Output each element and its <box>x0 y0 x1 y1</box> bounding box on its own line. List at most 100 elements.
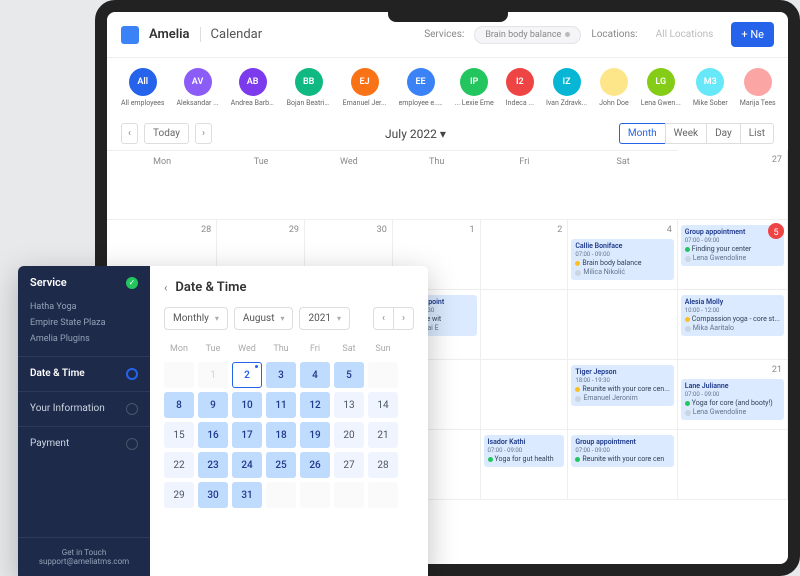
laptop-notch <box>388 10 508 22</box>
prev-button[interactable]: ‹ <box>121 123 138 144</box>
calendar-cell[interactable]: Isador Kathi07:00 - 09:00Yoga for gut he… <box>481 430 569 500</box>
view-tab[interactable]: List <box>740 123 774 144</box>
minical-day <box>368 482 398 508</box>
employee-avatar[interactable]: Marija Tees <box>740 68 776 107</box>
calendar-cell[interactable]: 27 <box>678 150 788 220</box>
step-date-time[interactable]: Date & Time <box>18 356 150 391</box>
weekday-header: Thu <box>393 150 481 220</box>
brand-name: Amelia <box>149 27 190 42</box>
minical-day[interactable]: 29 <box>164 482 194 508</box>
minical-day[interactable]: 26 <box>300 452 330 478</box>
minical-day[interactable]: 31 <box>232 482 262 508</box>
calendar-cell[interactable] <box>678 430 788 500</box>
recurrence-select[interactable]: Monthly▾ <box>164 307 228 330</box>
back-icon[interactable]: ‹ <box>164 281 167 294</box>
step-active-ring-icon <box>126 368 138 380</box>
minical-day[interactable]: 20 <box>334 422 364 448</box>
mini-calendar: MonTueWedThuFriSatSun1234589101112131415… <box>164 340 414 508</box>
calendar-cell[interactable]: 21Lane Julianne07:00 - 09:00Yoga for cor… <box>678 360 788 430</box>
minical-day[interactable]: 8 <box>164 392 194 418</box>
employee-avatar[interactable]: AllAll employees <box>121 68 164 107</box>
minical-day[interactable]: 12 <box>300 392 330 418</box>
employee-avatar[interactable]: M3Mike Sober <box>693 68 728 107</box>
calendar-cell[interactable]: Tiger Jepson18:00 - 19:30Reunite with yo… <box>568 360 677 430</box>
employee-picker: AllAll employees AVAleksandar ... ABAndrea… <box>107 58 788 117</box>
employee-avatar[interactable]: EEemployee e... Emily Eme <box>399 68 443 107</box>
minical-day[interactable]: 25 <box>266 452 296 478</box>
employee-avatar[interactable]: ABAndrea Barber <box>231 68 275 107</box>
services-filter-pill[interactable]: Brain body balance <box>474 26 581 44</box>
calendar-event[interactable]: Isador Kathi07:00 - 09:00Yoga for gut he… <box>484 435 565 467</box>
employee-avatar[interactable]: EJEmanuel Jer... <box>343 68 387 107</box>
employee-avatar[interactable]: AVAleksandar ... <box>176 68 218 107</box>
month-select[interactable]: August▾ <box>234 307 294 330</box>
calendar-event[interactable]: Tiger Jepson18:00 - 19:30Reunite with yo… <box>571 365 673 406</box>
employee-avatar[interactable]: BBBojan Beatrice <box>287 68 331 107</box>
calendar-toolbar: ‹ Today › July 2022 ▾ MonthWeekDayList <box>107 117 788 150</box>
minical-next[interactable]: › <box>394 308 413 329</box>
minical-day[interactable]: 18 <box>266 422 296 448</box>
step-your-information[interactable]: Your Information <box>18 391 150 426</box>
view-tab[interactable]: Week <box>665 123 706 144</box>
view-tab[interactable]: Month <box>619 123 665 144</box>
minical-day <box>334 482 364 508</box>
minical-day[interactable]: 14 <box>368 392 398 418</box>
minical-day[interactable]: 3 <box>266 362 296 388</box>
minical-day[interactable]: 1 <box>198 362 228 388</box>
minical-day[interactable]: 2 <box>232 362 262 388</box>
new-button[interactable]: + Ne <box>731 22 774 47</box>
calendar-cell[interactable]: 4Callie Boniface07:00 - 09:00Brain body … <box>568 220 677 290</box>
minical-prev[interactable]: ‹ <box>374 308 394 329</box>
minical-day[interactable]: 15 <box>164 422 194 448</box>
minical-day <box>300 482 330 508</box>
minical-day[interactable]: 28 <box>368 452 398 478</box>
next-button[interactable]: › <box>195 123 212 144</box>
calendar-event[interactable]: Group appointment07:00 - 09:00Reunite wi… <box>571 435 673 467</box>
today-button[interactable]: Today <box>144 123 189 144</box>
minical-day[interactable]: 21 <box>368 422 398 448</box>
minical-day <box>368 362 398 388</box>
employee-avatar[interactable]: John Doe <box>599 68 629 107</box>
minical-day[interactable]: 9 <box>198 392 228 418</box>
minical-day[interactable]: 5 <box>334 362 364 388</box>
page-title: Calendar <box>200 27 263 42</box>
booking-panel: ‹ Date & Time Monthly▾ August▾ 2021▾ ‹ ›… <box>150 266 428 576</box>
minical-day <box>164 362 194 388</box>
employee-avatar[interactable]: IP... Lexie Eme <box>455 68 494 107</box>
calendar-cell[interactable]: 2 <box>481 220 569 290</box>
minical-day[interactable]: 30 <box>198 482 228 508</box>
booking-sidebar: Service ✓ Hatha YogaEmpire State PlazaAm… <box>18 266 150 576</box>
minical-day[interactable]: 4 <box>300 362 330 388</box>
calendar-event[interactable]: Callie Boniface07:00 - 09:00Brain body b… <box>571 239 673 280</box>
minical-day[interactable]: 27 <box>334 452 364 478</box>
calendar-cell[interactable]: Group appointment07:00 - 09:00Reunite wi… <box>568 430 677 500</box>
minical-day[interactable]: 24 <box>232 452 262 478</box>
employee-avatar[interactable]: LGLena Gwen... <box>641 68 681 107</box>
minical-day[interactable]: 22 <box>164 452 194 478</box>
calendar-cell[interactable] <box>481 290 569 360</box>
employee-avatar[interactable]: I2Indeca ... <box>506 68 534 107</box>
minical-day[interactable]: 16 <box>198 422 228 448</box>
current-month-label[interactable]: July 2022 ▾ <box>385 127 446 141</box>
minical-day[interactable]: 23 <box>198 452 228 478</box>
calendar-cell[interactable] <box>568 290 677 360</box>
view-tab[interactable]: Day <box>706 123 740 144</box>
step-payment[interactable]: Payment <box>18 426 150 461</box>
year-select[interactable]: 2021▾ <box>299 307 350 330</box>
minical-day[interactable]: 10 <box>232 392 262 418</box>
minical-day[interactable]: 19 <box>300 422 330 448</box>
weekday-header: Tue <box>217 150 305 220</box>
calendar-event[interactable]: Lane Julianne07:00 - 09:00Yoga for core … <box>681 379 784 420</box>
minical-day[interactable]: 11 <box>266 392 296 418</box>
calendar-cell[interactable]: Alesia Molly10:00 - 12:00Compassion yoga… <box>678 290 788 360</box>
employee-avatar[interactable]: IZIvan Zdravk... <box>546 68 587 107</box>
minical-day[interactable]: 17 <box>232 422 262 448</box>
selected-service-item: Amelia Plugins <box>30 331 138 347</box>
minical-day[interactable]: 13 <box>334 392 364 418</box>
locations-filter-select[interactable]: All Locations <box>648 26 722 43</box>
calendar-cell[interactable]: 5Group appointment07:00 - 09:00Finding y… <box>678 220 788 290</box>
calendar-cell[interactable] <box>481 360 569 430</box>
calendar-event[interactable]: Alesia Molly10:00 - 12:00Compassion yoga… <box>681 295 784 336</box>
minical-weekday: Sat <box>334 340 364 358</box>
chevron-down-icon: ▾ <box>280 314 284 323</box>
